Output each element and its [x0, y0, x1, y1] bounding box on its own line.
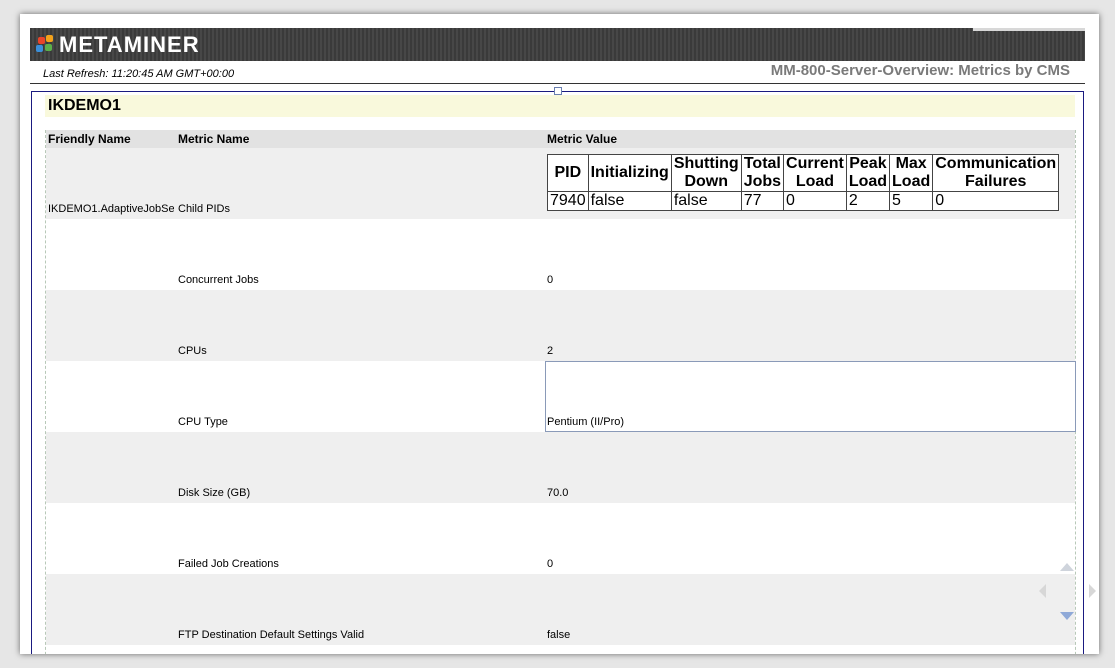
- metric-value-cell: 0: [547, 274, 554, 286]
- table-row: CPUs 2: [46, 290, 1075, 361]
- logo-mark-icon: [36, 35, 56, 55]
- column-header-metric-value[interactable]: Metric Value: [547, 132, 617, 146]
- child-pids-cell-initializing: false: [587, 191, 672, 211]
- app-header: METAMINER: [30, 28, 1085, 61]
- child-pids-header-initializing: Initializing: [587, 154, 672, 192]
- scroll-left-arrow-icon[interactable]: [1039, 584, 1046, 598]
- child-pids-cell-current-load: 0: [783, 191, 847, 211]
- child-pids-header-peak-load: Peak Load: [845, 154, 891, 192]
- metric-value-cell: false: [547, 629, 571, 641]
- metric-name-cell: Child PIDs: [178, 203, 230, 215]
- metric-value-cell: Pentium (II/Pro): [547, 416, 625, 428]
- table-row: IKDEMO1.AdaptiveJobServer Child PIDs PID…: [46, 148, 1075, 219]
- table-row: Failed Job Creations 0: [46, 503, 1075, 574]
- child-pids-data-row: 7940 false false 77 0 2 5 0: [547, 191, 1060, 211]
- child-pids-header-communication-failures: Communication Failures: [932, 154, 1060, 192]
- child-pids-cell-total-jobs: 77: [740, 191, 785, 211]
- friendly-name-cell: IKDEMO1.AdaptiveJobServer: [48, 203, 174, 215]
- table-header-row: Friendly Name Metric Name Metric Value: [46, 130, 1075, 148]
- child-pids-cell-peak-load: 2: [845, 191, 891, 211]
- scroll-down-arrow-icon[interactable]: [1060, 612, 1074, 620]
- report-content: IKDEMO1 Friendly Name Metric Name Metric…: [31, 87, 1084, 654]
- metric-name-cell: FTP Destination Default Settings Valid: [178, 629, 365, 641]
- report-title: MM-800-Server-Overview: Metrics by CMS: [770, 62, 1070, 79]
- section-title: IKDEMO1: [48, 97, 121, 114]
- metric-name-cell: Concurrent Jobs: [178, 274, 259, 286]
- child-pids-table: PID Initializing Shutting Down Total Jobs …: [547, 154, 1060, 211]
- child-pids-header-pid: PID: [547, 154, 589, 192]
- metric-name-cell: Disk Size (GB): [178, 487, 251, 499]
- metric-value-cell: 0: [547, 558, 554, 570]
- header-accent-strip: [973, 28, 1085, 31]
- child-pids-header-current-load: Current Load: [783, 154, 847, 192]
- resize-handle[interactable]: [554, 87, 562, 95]
- table-row: Disk Size (GB) 70.0: [46, 432, 1075, 503]
- column-header-friendly-name[interactable]: Friendly Name: [48, 132, 131, 146]
- metric-value-box: [545, 361, 1076, 432]
- child-pids-cell-communication-failures: 0: [932, 191, 1060, 211]
- metric-name-cell: CPU Type: [178, 416, 228, 428]
- child-pids-header-max-load: Max Load: [889, 154, 934, 192]
- scroll-up-arrow-icon[interactable]: [1060, 563, 1074, 571]
- child-pids-header-total-jobs: Total Jobs: [740, 154, 785, 192]
- metrics-table: Friendly Name Metric Name Metric Value I…: [45, 130, 1076, 654]
- scroll-right-arrow-icon[interactable]: [1089, 584, 1096, 598]
- report-window: METAMINER Last Refresh: 11:20:45 AM GMT+…: [20, 14, 1099, 654]
- column-header-metric-name[interactable]: Metric Name: [178, 132, 249, 146]
- last-refresh-label: Last Refresh: 11:20:45 AM GMT+00:00: [43, 68, 235, 80]
- metaminer-logo: METAMINER: [36, 34, 200, 56]
- child-pids-header-shutting-down: Shutting Down: [670, 154, 742, 192]
- child-pids-cell-pid: 7940: [547, 191, 589, 211]
- metric-name-cell: Failed Job Creations: [178, 558, 279, 570]
- metric-value-cell: 70.0: [547, 487, 569, 499]
- report-subheader: Last Refresh: 11:20:45 AM GMT+00:00 MM-8…: [30, 61, 1085, 84]
- table-row: Concurrent Jobs 0: [46, 219, 1075, 290]
- table-row: CPU Type Pentium (II/Pro): [46, 361, 1076, 432]
- table-row: FTP Destination Default Settings Valid f…: [46, 574, 1075, 645]
- section-header: IKDEMO1: [45, 95, 1075, 117]
- logo-text: METAMINER: [59, 32, 200, 57]
- metric-name-cell: CPUs: [178, 345, 207, 357]
- child-pids-header-row: PID Initializing Shutting Down Total Jobs …: [547, 154, 1060, 192]
- child-pids-cell-shutting-down: false: [670, 191, 742, 211]
- child-pids-cell-max-load: 5: [889, 191, 934, 211]
- metric-value-cell: 2: [547, 345, 554, 357]
